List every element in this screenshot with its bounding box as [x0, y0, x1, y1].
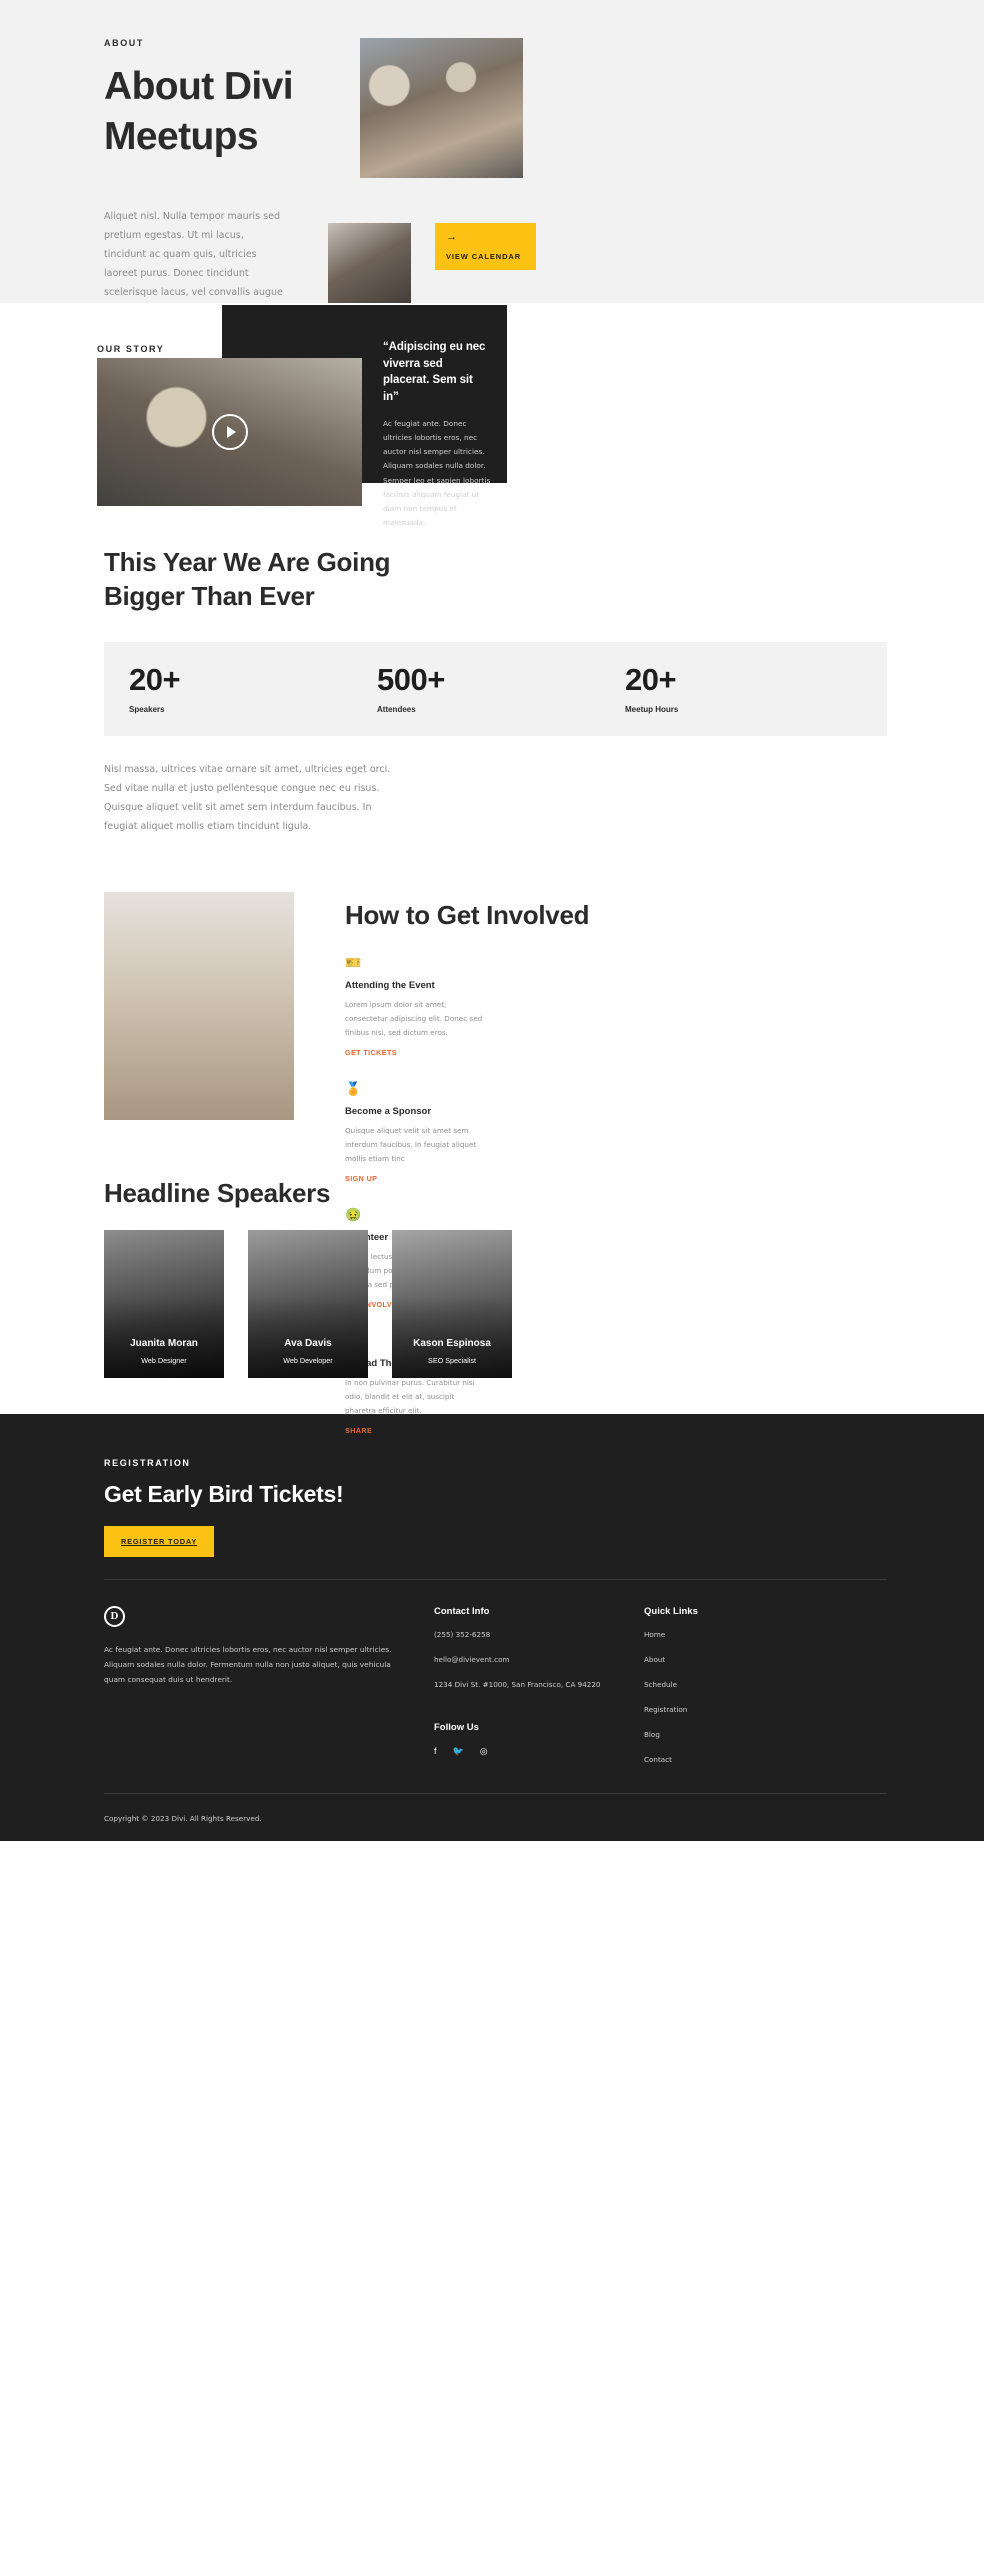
- get-involved-heading: How to Get Involved: [345, 899, 590, 930]
- quick-link-blog[interactable]: Blog: [644, 1729, 844, 1742]
- hero-main-photo: [360, 38, 523, 178]
- involved-card-title: Attending the Event: [345, 979, 435, 991]
- stats-section: This Year We Are Going Bigger Than Ever …: [97, 513, 887, 836]
- stat-item: 500+ Attendees: [352, 664, 600, 714]
- ticket-icon: 🎫: [345, 954, 362, 970]
- involved-card: 🎫 Attending the Event Lorem ipsum dolor …: [345, 956, 487, 1060]
- copyright-text: Copyright © 2023 Divi. All Rights Reserv…: [104, 1813, 262, 1823]
- follow-us-heading: Follow Us: [434, 1721, 479, 1733]
- hero-secondary-photo: [328, 223, 411, 311]
- get-involved-section: How to Get Involved 🎫 Attending the Even…: [97, 891, 887, 1435]
- quick-link-registration[interactable]: Registration: [644, 1704, 844, 1717]
- speaker-name: Ava Davis: [284, 1337, 332, 1349]
- contact-email[interactable]: hello@divievent.com: [434, 1654, 644, 1667]
- hero-section: ABOUT About Divi Meetups Aliquet nisl. N…: [0, 0, 984, 431]
- quick-link-schedule[interactable]: Schedule: [644, 1679, 844, 1692]
- facebook-icon[interactable]: f: [434, 1746, 437, 1756]
- speaker-card[interactable]: Kason Espinosa SEO Specialist: [392, 1229, 512, 1378]
- speaker-card[interactable]: Juanita Moran Web Designer: [104, 1229, 224, 1378]
- stats-heading: This Year We Are Going Bigger Than Ever: [104, 547, 391, 612]
- registration-title: Get Early Bird Tickets!: [104, 1480, 344, 1507]
- contact-address: 1234 Divi St. #1000, San Francisco, CA 9…: [434, 1679, 601, 1689]
- play-circle-icon[interactable]: [211, 414, 248, 450]
- register-today-button[interactable]: REGISTER TODAY: [104, 1525, 215, 1557]
- involved-card-body: Lorem ipsum dolor sit amet, consectetur …: [345, 999, 483, 1037]
- speaker-role: Web Designer: [141, 1355, 187, 1365]
- view-calendar-button[interactable]: → VIEW CALENDAR: [435, 223, 536, 270]
- contact-phone[interactable]: (255) 352-6258: [434, 1629, 644, 1642]
- get-involved-photo: [104, 891, 294, 1120]
- footer-divider: [104, 1578, 887, 1580]
- divi-logo-icon: D: [104, 1605, 125, 1627]
- stat-label: Meetup Hours: [625, 704, 679, 714]
- involved-card-body: Quisque aliquet velit sit amet sem inter…: [345, 1126, 477, 1164]
- quick-link-home[interactable]: Home: [644, 1629, 844, 1642]
- story-quote-body: Ac feugiat ante. Donec ultricies loborti…: [383, 418, 491, 528]
- award-medal-icon: 🏅: [345, 1081, 362, 1097]
- stat-number: 20+: [625, 661, 677, 697]
- stats-box: 20+ Speakers 500+ Attendees 20+ Meetup H…: [104, 641, 887, 736]
- stats-paragraph: Nisl massa, ultrices vitae ornare sit am…: [104, 763, 391, 832]
- story-quote: “Adipiscing eu nec viverra sed placerat.…: [383, 339, 491, 530]
- story-video-thumbnail[interactable]: [97, 358, 362, 506]
- footer-columns: D Ac feugiat ante. Donec ultricies lobor…: [104, 1605, 887, 1767]
- share-link[interactable]: SHARE: [345, 1426, 372, 1435]
- stat-number: 500+: [377, 661, 445, 697]
- stat-item: 20+ Speakers: [104, 664, 352, 714]
- our-story-section: OUR STORY “Adipiscing eu nec viverra sed…: [0, 303, 984, 527]
- arrow-right-icon: →: [446, 231, 457, 243]
- hand-heart-icon: 🤢: [345, 1207, 362, 1223]
- view-calendar-label: VIEW CALENDAR: [446, 252, 522, 261]
- speaker-name: Kason Espinosa: [413, 1337, 491, 1349]
- sign-up-link[interactable]: SIGN UP: [345, 1174, 377, 1183]
- speaker-role: SEO Specialist: [428, 1355, 476, 1365]
- stat-label: Attendees: [377, 704, 416, 714]
- involved-card-body: In non pulvinar purus. Curabitur nisi od…: [345, 1378, 475, 1416]
- quick-links-heading: Quick Links: [644, 1605, 698, 1617]
- speaker-name: Juanita Moran: [130, 1337, 198, 1349]
- speaker-role: Web Developer: [283, 1355, 333, 1365]
- stat-item: 20+ Meetup Hours: [600, 664, 848, 714]
- quick-link-contact[interactable]: Contact: [644, 1754, 844, 1767]
- divi-logo-letter: D: [110, 1610, 119, 1623]
- involved-card-title: Become a Sponsor: [345, 1106, 432, 1118]
- involved-card: 🏅 Become a Sponsor Quisque aliquet velit…: [345, 1082, 487, 1186]
- quick-link-about[interactable]: About: [644, 1654, 844, 1667]
- instagram-icon[interactable]: ◎: [480, 1746, 488, 1756]
- about-divi-meetups-page: ABOUT About Divi Meetups Aliquet nisl. N…: [0, 0, 984, 1841]
- story-quote-title: “Adipiscing eu nec viverra sed placerat.…: [383, 341, 486, 404]
- story-eyebrow: OUR STORY: [97, 344, 165, 354]
- speaker-card[interactable]: Ava Davis Web Developer: [248, 1229, 368, 1378]
- footer-contact-column: Contact Info (255) 352-6258 hello@diviev…: [434, 1606, 644, 1767]
- twitter-icon[interactable]: 🐦: [453, 1746, 464, 1756]
- stat-number: 20+: [129, 661, 181, 697]
- stat-label: Speakers: [129, 704, 165, 714]
- footer-links-column: Quick Links Home About Schedule Registra…: [644, 1606, 844, 1767]
- contact-info-heading: Contact Info: [434, 1605, 490, 1617]
- registration-footer-section: REGISTRATION Get Early Bird Tickets! REG…: [0, 1413, 984, 1841]
- footer-about-text: Ac feugiat ante. Donec ultricies loborti…: [104, 1644, 392, 1684]
- footer-bottom-divider: [104, 1792, 887, 1794]
- get-tickets-link[interactable]: GET TICKETS: [345, 1048, 397, 1057]
- footer-about-column: D Ac feugiat ante. Donec ultricies lobor…: [104, 1605, 434, 1767]
